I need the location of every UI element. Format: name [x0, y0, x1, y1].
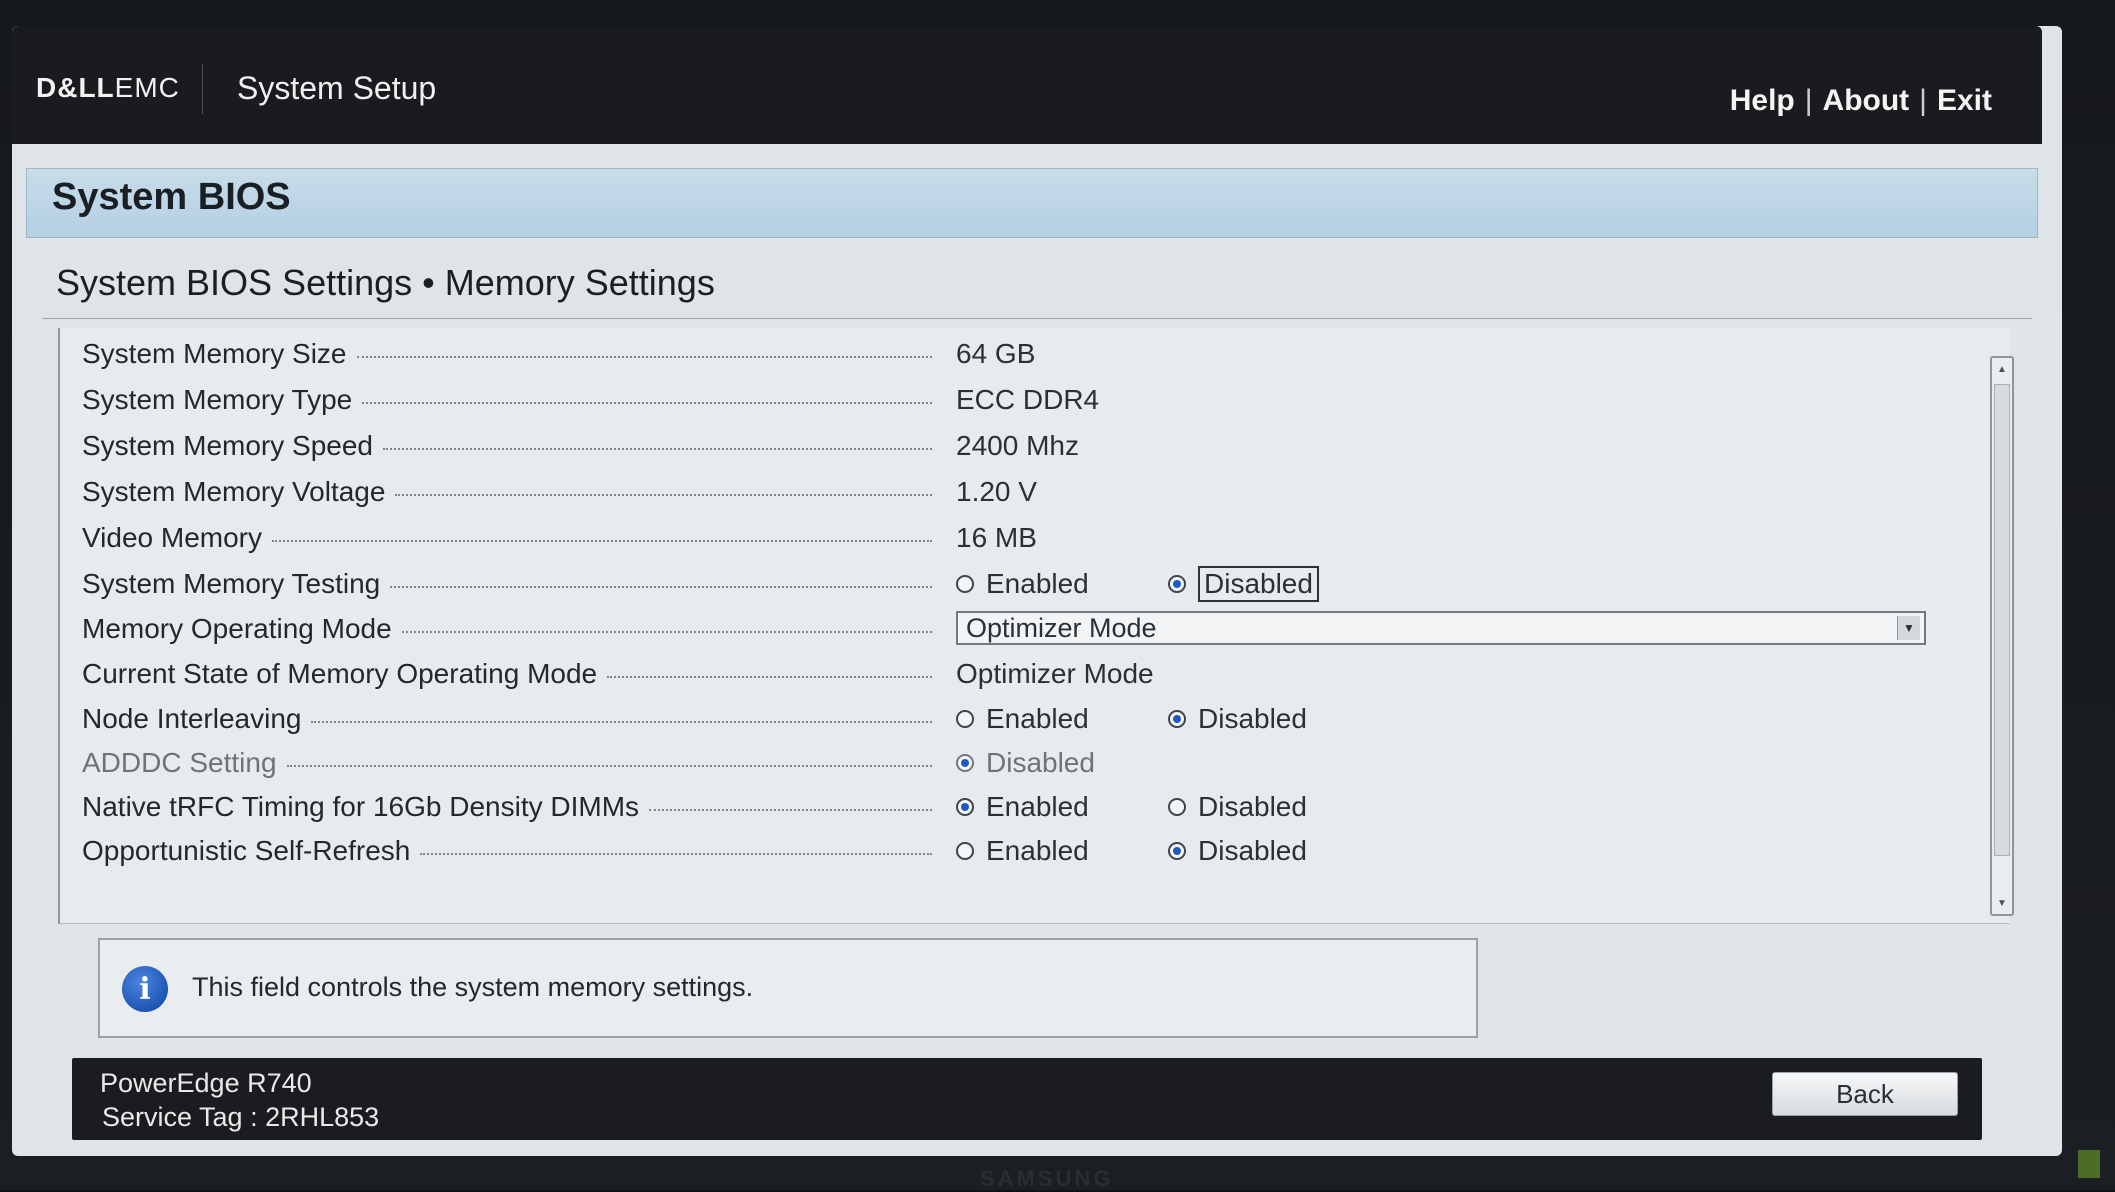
- scrollbar-thumb[interactable]: [1994, 384, 2010, 856]
- native-trfc-enabled-radio[interactable]: Enabled: [956, 787, 1089, 827]
- help-box: i This field controls the system memory …: [98, 938, 1478, 1038]
- native-trfc-disabled-radio[interactable]: Disabled: [1168, 787, 1307, 827]
- radio-selected-icon: [956, 798, 974, 816]
- dell-emc-logo: D&LLEMC: [36, 72, 180, 103]
- exit-link[interactable]: Exit: [1937, 84, 1992, 117]
- setting-label: ADDDC Setting: [82, 747, 277, 778]
- setting-label: Memory Operating Mode: [82, 613, 392, 644]
- radio-selected-icon: [1168, 842, 1186, 860]
- header-links: Help | About | Exit: [1729, 84, 1992, 117]
- setting-label: Native tRFC Timing for 16Gb Density DIMM…: [82, 791, 640, 822]
- self-refresh-enabled-radio[interactable]: Enabled: [956, 831, 1089, 871]
- chevron-down-icon[interactable]: ▼: [1897, 616, 1920, 640]
- setting-row-video-memory: Video Memory 16 MB: [60, 518, 1990, 558]
- help-link[interactable]: Help: [1730, 84, 1795, 117]
- header-divider: [202, 64, 203, 114]
- setting-row-memory-voltage: System Memory Voltage 1.20 V: [60, 472, 1990, 512]
- memory-testing-enabled-radio[interactable]: Enabled: [956, 564, 1089, 604]
- bios-screen: D&LLEMC System Setup Help | About | Exit Sys…: [12, 26, 2062, 1156]
- setting-row-current-mode: Current State of Memory Operating Mode O…: [60, 654, 1990, 694]
- back-button[interactable]: Back: [1772, 1072, 1958, 1116]
- setting-label: System Memory Type: [82, 384, 353, 415]
- monitor-brand-logo: SAMSUNG: [980, 1166, 1114, 1191]
- setting-label: Current State of Memory Operating Mode: [82, 658, 598, 689]
- radio-icon: [956, 842, 974, 860]
- adddc-disabled-radio: Disabled: [956, 743, 1095, 783]
- app-title: System Setup: [237, 70, 437, 106]
- setting-value: 16 MB: [956, 522, 1037, 553]
- top-header: D&LLEMC System Setup Help | About | Exit: [12, 26, 2042, 144]
- memory-operating-mode-select[interactable]: Optimizer Mode ▼: [956, 611, 1926, 645]
- setting-value: 2400 Mhz: [956, 430, 1079, 461]
- memory-testing-disabled-radio[interactable]: Disabled: [1168, 564, 1319, 604]
- setting-label: System Memory Testing: [82, 568, 381, 599]
- setting-row-node-interleaving: Node Interleaving Enabled Disabled: [60, 699, 1990, 739]
- radio-selected-icon: [956, 754, 974, 772]
- help-text: This field controls the system memory se…: [192, 972, 754, 1002]
- page-title: System BIOS Settings • Memory Settings: [56, 262, 715, 303]
- setting-label: Opportunistic Self-Refresh: [82, 835, 411, 866]
- settings-panel: System Memory Size 64 GB System Memory T…: [58, 328, 2010, 924]
- setting-value: 64 GB: [956, 338, 1036, 369]
- node-interleaving-disabled-radio[interactable]: Disabled: [1168, 699, 1307, 739]
- system-model: PowerEdge R740: [100, 1068, 312, 1098]
- setting-row-memory-testing: System Memory Testing Enabled Disabled: [60, 564, 1990, 604]
- setting-value: Optimizer Mode: [956, 658, 1154, 689]
- setting-label: Node Interleaving: [82, 703, 302, 734]
- service-tag: Service Tag : 2RHL853: [102, 1102, 380, 1132]
- setting-value: ECC DDR4: [956, 384, 1100, 415]
- self-refresh-disabled-radio[interactable]: Disabled: [1168, 831, 1307, 871]
- setting-row-memory-type: System Memory Type ECC DDR4: [60, 380, 1990, 420]
- node-interleaving-enabled-radio[interactable]: Enabled: [956, 699, 1089, 739]
- radio-icon: [956, 710, 974, 728]
- setting-label: Video Memory: [82, 522, 263, 553]
- section-title: System BIOS: [52, 176, 291, 218]
- setting-row-native-trfc: Native tRFC Timing for 16Gb Density DIMM…: [60, 787, 1990, 827]
- info-icon: i: [122, 966, 168, 1012]
- setting-row-memory-speed: System Memory Speed 2400 Mhz: [60, 426, 1990, 466]
- setting-row-self-refresh: Opportunistic Self-Refresh Enabled Disab…: [60, 831, 1990, 871]
- setting-row-adddc: ADDDC Setting Disabled: [60, 743, 1990, 783]
- power-led: [2078, 1150, 2100, 1178]
- setting-label: System Memory Speed: [82, 430, 373, 461]
- settings-scrollbar[interactable]: ▲ ▼: [1990, 356, 2014, 916]
- setting-label: System Memory Voltage: [82, 476, 386, 507]
- setting-label: System Memory Size: [82, 338, 347, 369]
- about-link[interactable]: About: [1823, 84, 1910, 117]
- scroll-up-icon[interactable]: ▲: [1992, 358, 2012, 380]
- radio-selected-icon: [1168, 575, 1186, 593]
- scroll-down-icon[interactable]: ▼: [1992, 892, 2012, 914]
- radio-icon: [956, 575, 974, 593]
- radio-selected-icon: [1168, 710, 1186, 728]
- radio-icon: [1168, 798, 1186, 816]
- title-divider: [42, 318, 2032, 319]
- setting-row-operating-mode: Memory Operating Mode Optimizer Mode ▼: [60, 609, 1990, 649]
- setting-row-memory-size: System Memory Size 64 GB: [60, 334, 1990, 374]
- footer-bar: PowerEdge R740 Service Tag : 2RHL853 Bac…: [72, 1058, 1982, 1140]
- setting-value: 1.20 V: [956, 476, 1037, 507]
- section-header-band: [26, 168, 2038, 238]
